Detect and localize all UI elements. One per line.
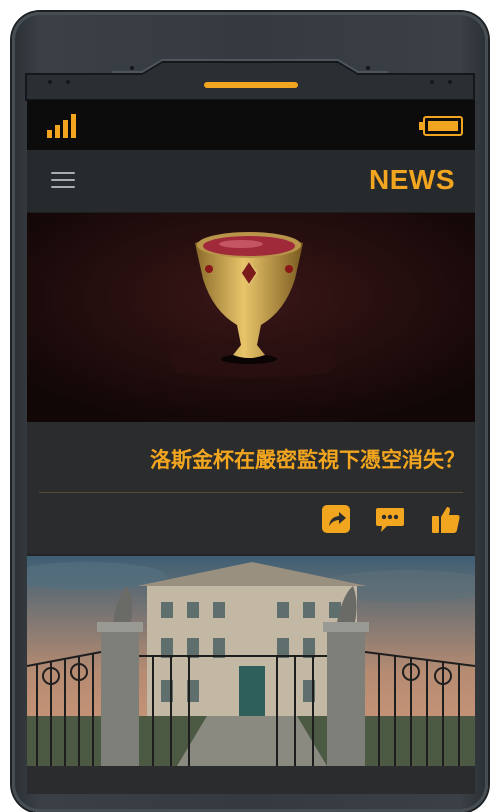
comment-icon[interactable]	[375, 504, 405, 534]
article-image-goblet[interactable]	[27, 213, 475, 422]
phone-bezel-top	[25, 59, 475, 101]
article-headline[interactable]: 洛斯金杯在嚴密監視下憑空消失？	[150, 444, 465, 474]
battery-icon	[419, 116, 463, 136]
share-icon[interactable]	[321, 504, 351, 534]
mansion-gate-image	[27, 556, 475, 766]
signal-bars-icon	[47, 114, 76, 138]
thumbs-up-icon[interactable]	[431, 504, 461, 534]
page-title: NEWS	[369, 164, 455, 195]
screen: NEWS 洛斯金杯在嚴密監視下憑空消失？	[27, 100, 475, 794]
article-card: 洛斯金杯在嚴密監視下憑空消失？	[27, 422, 475, 554]
article-image-mansion[interactable]	[27, 556, 475, 766]
status-bar	[27, 100, 475, 150]
golden-goblet-image	[27, 213, 475, 422]
phone-speaker	[204, 82, 298, 88]
divider	[39, 492, 463, 493]
hamburger-menu-icon[interactable]	[51, 172, 75, 190]
app-header: NEWS	[27, 150, 475, 213]
article-card	[27, 766, 475, 794]
